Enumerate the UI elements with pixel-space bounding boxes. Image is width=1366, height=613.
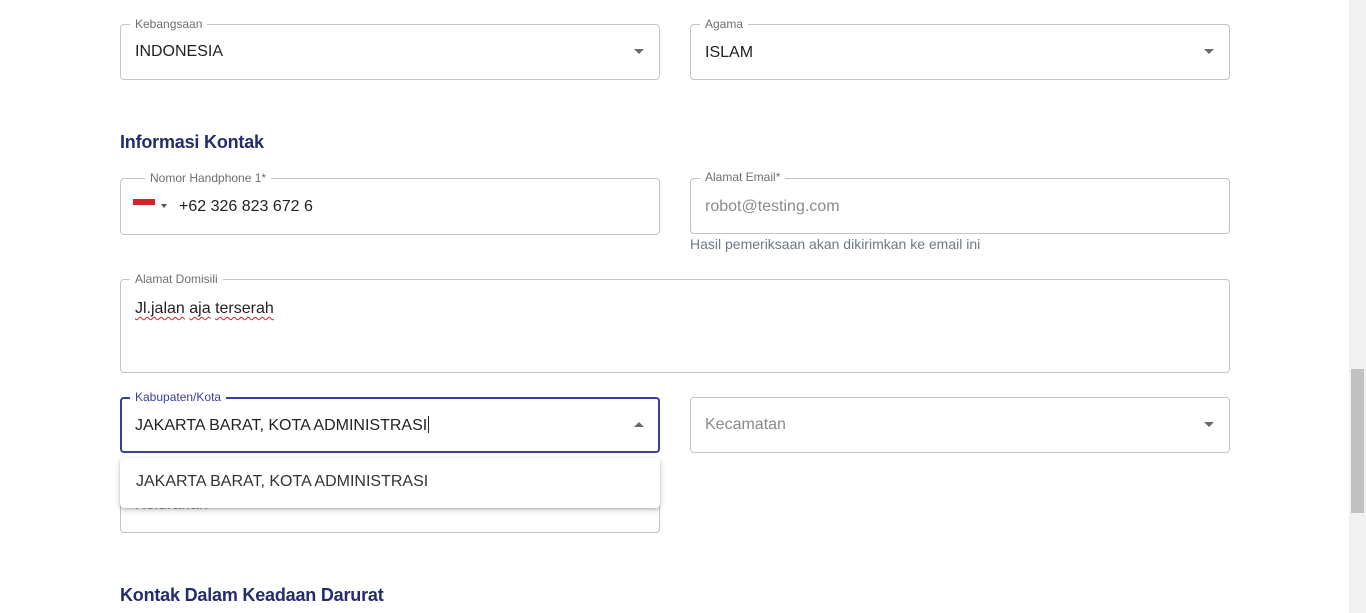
- address-textarea[interactable]: Alamat Domisili Jl.jalan aja terserah: [120, 272, 1230, 373]
- nationality-select[interactable]: Kebangsaan INDONESIA: [120, 17, 660, 80]
- indonesia-flag-icon[interactable]: [133, 199, 155, 213]
- scrollbar-thumb[interactable]: [1351, 369, 1364, 513]
- city-input-value[interactable]: JAKARTA BARAT, KOTA ADMINISTRASI: [135, 416, 430, 435]
- religion-select[interactable]: Agama ISLAM: [690, 17, 1230, 80]
- religion-value: ISLAM: [705, 44, 754, 61]
- chevron-up-icon[interactable]: [634, 422, 644, 427]
- chevron-down-icon[interactable]: [1204, 422, 1214, 427]
- city-dropdown-list: JAKARTA BARAT, KOTA ADMINISTRASI: [120, 458, 660, 508]
- contact-section-title: Informasi Kontak: [120, 132, 264, 152]
- phone-field[interactable]: Nomor Handphone 1* +62 326 823 672 6: [120, 171, 660, 235]
- emergency-section-title: Kontak Dalam Keadaan Darurat: [120, 585, 384, 605]
- email-helper-text: Hasil pemeriksaan akan dikirimkan ke ema…: [690, 236, 981, 252]
- address-word: aja: [189, 300, 211, 317]
- email-field[interactable]: Alamat Email* robot@testing.com: [690, 170, 1230, 234]
- page-scrollbar[interactable]: [1349, 0, 1366, 613]
- district-placeholder: Kecamatan: [705, 416, 786, 433]
- address-label: Alamat Domisili: [130, 272, 223, 286]
- country-caret-icon[interactable]: [161, 204, 167, 208]
- nationality-label: Kebangsaan: [130, 17, 208, 31]
- address-word: Jl.jalan: [135, 300, 185, 317]
- chevron-down-icon[interactable]: [1204, 49, 1214, 54]
- email-placeholder: robot@testing.com: [705, 198, 840, 215]
- district-select[interactable]: Kecamatan: [690, 397, 1230, 453]
- city-option[interactable]: JAKARTA BARAT, KOTA ADMINISTRASI: [136, 473, 428, 491]
- nationality-value: INDONESIA: [135, 43, 224, 60]
- religion-label: Agama: [700, 17, 749, 31]
- phone-value: +62 326 823 672 6: [179, 198, 313, 215]
- email-label: Alamat Email*: [700, 170, 786, 184]
- city-label: Kabupaten/Kota: [130, 390, 227, 404]
- address-word: terserah: [215, 300, 274, 317]
- phone-label: Nomor Handphone 1*: [145, 171, 272, 185]
- address-value: Jl.jalan aja terserah: [135, 300, 274, 318]
- chevron-down-icon[interactable]: [634, 49, 644, 54]
- city-autocomplete[interactable]: Kabupaten/Kota JAKARTA BARAT, KOTA ADMIN…: [120, 390, 660, 453]
